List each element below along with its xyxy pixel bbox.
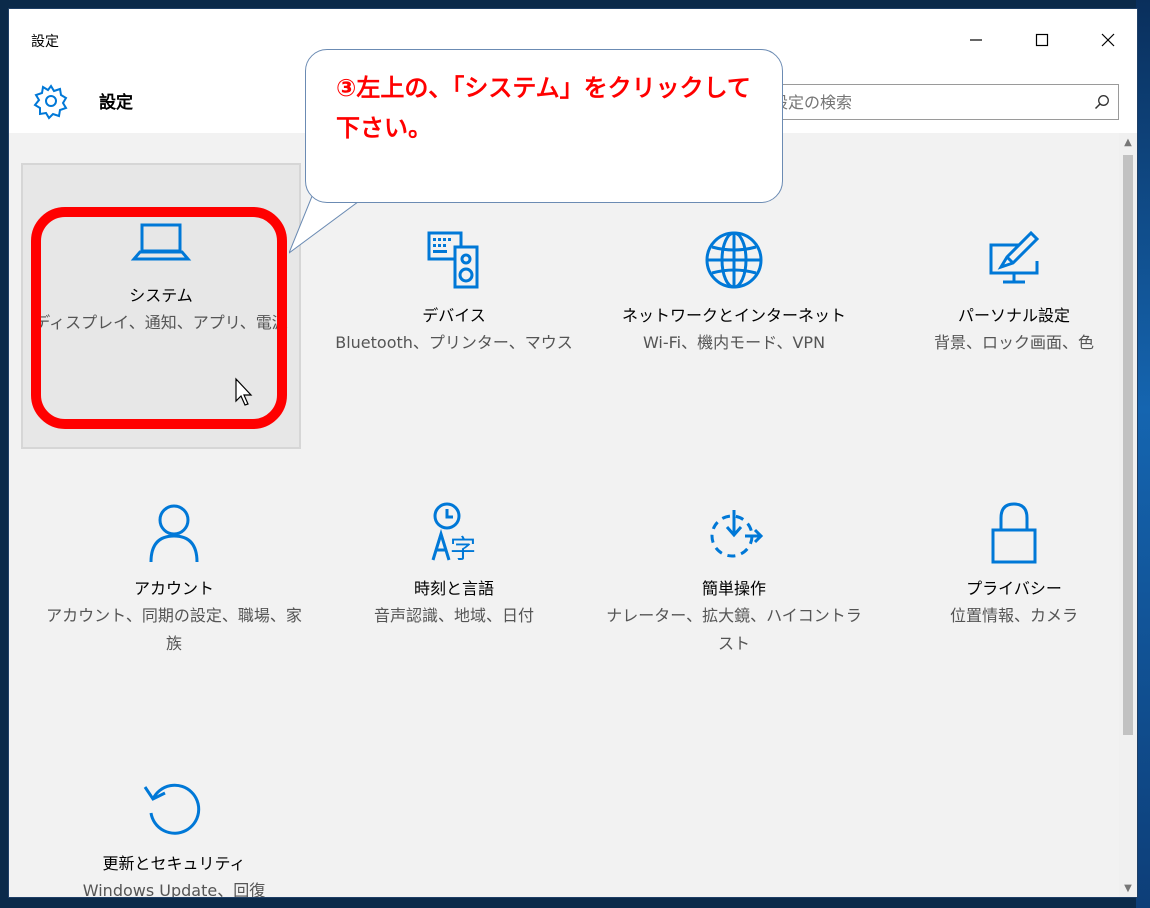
tile-privacy-title: プライバシー	[966, 579, 1062, 598]
minimize-button[interactable]	[953, 23, 999, 57]
tile-accounts[interactable]: アカウント アカウント、同期の設定、職場、家族	[34, 498, 314, 658]
tile-accounts-desc: アカウント、同期の設定、職場、家族	[46, 606, 302, 653]
ease-of-access-icon	[710, 510, 764, 558]
vertical-scrollbar[interactable]: ▲ ▼	[1119, 133, 1137, 897]
tile-devices[interactable]: デバイス Bluetooth、プリンター、マウス	[314, 225, 594, 357]
tile-privacy-desc: 位置情報、カメラ	[949, 606, 1078, 625]
maximize-icon	[1035, 33, 1049, 47]
scroll-down-button[interactable]: ▼	[1119, 879, 1137, 897]
search-box[interactable]	[759, 84, 1119, 120]
svg-text:字: 字	[450, 535, 476, 565]
scroll-thumb[interactable]	[1123, 155, 1133, 735]
tile-system[interactable]: システム ディスプレイ、通知、アプリ、電源	[21, 163, 301, 449]
title-bar: 設定	[9, 9, 1137, 73]
lock-icon	[991, 502, 1037, 564]
laptop-icon	[130, 223, 192, 261]
search-icon[interactable]	[1094, 94, 1110, 110]
close-button[interactable]	[1085, 23, 1131, 57]
settings-header: 設定	[9, 73, 1137, 133]
tile-accounts-title: アカウント	[133, 579, 214, 598]
tile-system-desc: ディスプレイ、通知、アプリ、電源	[34, 313, 288, 332]
keyboard-speaker-icon	[427, 231, 479, 289]
header-title: 設定	[99, 93, 133, 113]
window-title: 設定	[31, 34, 59, 50]
mouse-cursor-icon	[235, 377, 253, 406]
tile-personalization-title: パーソナル設定	[957, 306, 1070, 325]
tile-time-language[interactable]: 字 時刻と言語 音声認識、地域、日付	[314, 498, 594, 630]
search-input[interactable]	[766, 85, 1084, 119]
tile-network[interactable]: ネットワークとインターネット Wi-Fi、機内モード、VPN	[594, 225, 874, 357]
tile-ease-of-access-desc: ナレーター、拡大鏡、ハイコントラスト	[606, 606, 862, 653]
settings-grid: システム ディスプレイ、通知、アプリ、電源 デバイス Bluetooth、プリン…	[9, 133, 1119, 897]
tile-ease-of-access-title: 簡単操作	[701, 579, 766, 598]
tile-devices-title: デバイス	[422, 306, 486, 325]
gear-icon	[33, 84, 68, 120]
tile-system-title: システム	[129, 286, 193, 305]
tile-network-title: ネットワークとインターネット	[621, 306, 846, 325]
settings-window: 設定 設定 設定の検索 システム ディスプレイ、通知、アプリ、電源 デバイス B…	[8, 8, 1138, 898]
tile-ease-of-access[interactable]: 簡単操作 ナレーター、拡大鏡、ハイコントラスト	[594, 498, 874, 658]
close-icon	[1101, 33, 1115, 47]
tile-network-desc: Wi-Fi、機内モード、VPN	[642, 333, 826, 352]
tile-personalization-desc: 背景、ロック画面、色	[933, 333, 1094, 352]
scroll-up-button[interactable]: ▲	[1119, 133, 1137, 151]
minimize-icon	[970, 39, 982, 41]
globe-icon	[705, 231, 763, 289]
tile-personalization[interactable]: パーソナル設定 背景、ロック画面、色	[874, 225, 1137, 357]
tile-time-language-title: 時刻と言語	[413, 579, 494, 598]
tile-update-security[interactable]: 更新とセキュリティ Windows Update、回復	[34, 773, 314, 898]
tile-time-language-desc: 音声認識、地域、日付	[373, 606, 534, 625]
tile-update-security-desc: Windows Update、回復	[82, 881, 266, 898]
tile-devices-desc: Bluetooth、プリンター、マウス	[335, 333, 573, 352]
paint-monitor-icon	[989, 230, 1040, 284]
person-icon	[149, 504, 199, 563]
tile-update-security-title: 更新とセキュリティ	[102, 854, 246, 873]
maximize-button[interactable]	[1019, 23, 1065, 57]
tile-privacy[interactable]: プライバシー 位置情報、カメラ	[874, 498, 1137, 630]
clock-language-icon: 字	[431, 502, 476, 565]
refresh-icon	[143, 783, 201, 835]
desktop-background	[1136, 0, 1150, 908]
